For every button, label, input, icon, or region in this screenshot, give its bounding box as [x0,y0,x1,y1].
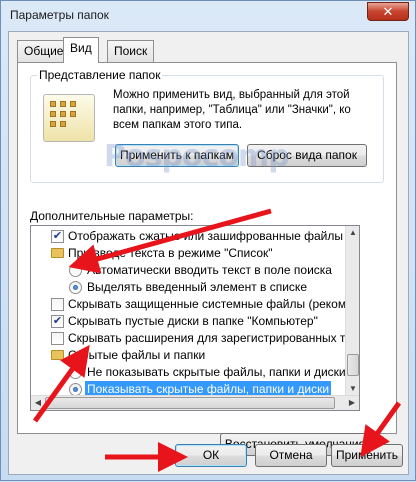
scroll-thumb[interactable] [45,397,335,409]
radio[interactable] [69,264,82,277]
chevron-up-icon[interactable]: ▲ [346,226,359,240]
advanced-settings-label: Дополнительные параметры: [30,209,194,223]
folder-options-window: Параметры папок ✕ Общие Вид Поиск Предст… [0,0,416,481]
vertical-scrollbar[interactable]: ▲ ▼ [345,226,359,396]
chevron-right-icon[interactable]: ▶ [345,396,359,410]
tree-row-label: Скрывать защищенные системные файлы (рек… [68,297,359,311]
close-button[interactable]: ✕ [367,2,409,21]
chevron-down-icon[interactable]: ▼ [346,382,359,396]
tree-row-label: Скрывать пустые диски в папке "Компьютер… [68,314,318,328]
tree-row-label: Скрытые файлы и папки [68,348,206,362]
tab-view[interactable]: Вид [63,37,99,63]
tree-row-label: При вводе текста в режиме "Список" [68,246,273,260]
tree-row-label: Выделять введенный элемент в списке [87,280,307,294]
tree-row-label: Автоматически вводить текст в поле поиск… [87,263,332,277]
horizontal-scrollbar[interactable]: ◀ ▶ [31,395,359,410]
radio[interactable] [69,281,82,294]
apply-button[interactable]: Применить [331,444,403,467]
dialog-body: Общие Вид Поиск Представление папок Можн… [8,31,409,475]
chevron-left-icon[interactable]: ◀ [31,396,45,410]
folder-view-icon [43,94,95,142]
ok-button[interactable]: ОК [175,444,247,467]
tree-row-label: Не показывать скрытые файлы, папки и дис… [87,365,346,379]
window-title: Параметры папок [10,8,109,22]
folder-view-legend: Представление папок [37,68,163,82]
folder-icon [51,248,64,258]
tab-search[interactable]: Поиск [107,40,155,62]
watermark: Pospocomp [104,139,290,174]
checkbox[interactable]: ✔ [51,315,64,328]
folder-icon [51,350,64,360]
cancel-button[interactable]: Отмена [255,444,327,467]
tree-row-label: Отображать сжатые или зашифрованные файл… [68,229,360,243]
folder-view-description: Можно применить вид, выбранный для этой … [113,89,351,131]
radio[interactable] [69,366,82,379]
checkbox[interactable] [51,332,64,345]
tree-row-label: Скрывать расширения для зарегистрированн… [68,331,360,345]
checkbox[interactable] [51,298,64,311]
view-tab-panel: Представление папок Можно применить вид,… [17,62,397,456]
close-icon: ✕ [382,4,394,19]
advanced-settings-tree[interactable]: ✔ Отображать сжатые или зашифрованные фа… [30,225,360,411]
title-bar[interactable]: Параметры папок ✕ [1,1,415,31]
checkbox[interactable]: ✔ [51,230,64,243]
scroll-thumb[interactable] [347,354,359,376]
